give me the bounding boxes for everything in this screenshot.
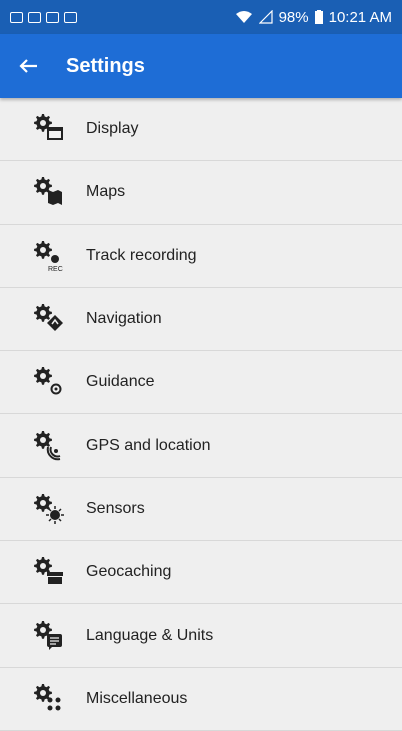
settings-item-label: Language & Units xyxy=(86,626,214,644)
settings-item-maps[interactable]: Maps xyxy=(0,161,402,225)
settings-item-label: Display xyxy=(86,120,139,138)
prescription-icon xyxy=(46,11,59,23)
settings-item-miscellaneous[interactable]: Miscellaneous xyxy=(0,668,402,731)
clipboard-icon xyxy=(64,11,77,23)
gallery-icon xyxy=(10,11,23,23)
gear-sensor-icon xyxy=(32,492,66,526)
settings-item-display[interactable]: Display xyxy=(0,98,402,162)
gear-map-icon xyxy=(32,175,66,209)
clock: 10:21 AM xyxy=(328,8,392,26)
gear-geocache-icon xyxy=(32,555,66,589)
settings-item-language-units[interactable]: Language & Units xyxy=(0,604,402,668)
gear-guidance-icon xyxy=(32,365,66,399)
gear-misc-icon xyxy=(32,682,66,716)
gear-rec-icon: REC xyxy=(32,239,66,273)
settings-item-label: GPS and location xyxy=(86,436,211,454)
arrow-left-icon xyxy=(19,59,37,73)
app-bar: Settings xyxy=(0,34,402,98)
notification-icons xyxy=(10,11,77,23)
wifi-icon xyxy=(235,11,252,23)
status-right: 98% 10:21 AM xyxy=(235,9,392,26)
battery-percent: 98% xyxy=(278,8,309,26)
page-title: Settings xyxy=(66,54,145,77)
settings-item-geocaching[interactable]: Geocaching xyxy=(0,541,402,605)
gear-navigation-icon xyxy=(32,302,66,336)
settings-item-track-recording[interactable]: REC Track recording xyxy=(0,225,402,288)
svg-text:REC: REC xyxy=(48,266,63,273)
gear-gps-icon xyxy=(32,429,66,463)
settings-item-label: Maps xyxy=(86,183,126,201)
settings-item-navigation[interactable]: Navigation xyxy=(0,288,402,352)
settings-item-label: Miscellaneous xyxy=(86,689,188,707)
settings-item-gps[interactable]: GPS and location xyxy=(0,414,402,478)
settings-list: Display Maps REC Track recording Navigat… xyxy=(0,98,402,731)
settings-item-label: Track recording xyxy=(86,246,197,264)
gear-language-icon xyxy=(32,619,66,653)
settings-item-label: Guidance xyxy=(86,373,155,391)
settings-item-sensors[interactable]: Sensors xyxy=(0,478,402,542)
back-button[interactable] xyxy=(0,34,56,98)
settings-item-label: Geocaching xyxy=(86,563,172,581)
settings-item-label: Sensors xyxy=(86,499,145,517)
gear-display-icon xyxy=(32,112,66,146)
status-bar: 98% 10:21 AM xyxy=(0,0,402,34)
settings-item-label: Navigation xyxy=(86,310,162,328)
settings-item-guidance[interactable]: Guidance xyxy=(0,351,402,415)
battery-icon xyxy=(314,10,323,24)
voicemail-icon xyxy=(28,11,41,23)
signal-icon xyxy=(258,10,273,24)
